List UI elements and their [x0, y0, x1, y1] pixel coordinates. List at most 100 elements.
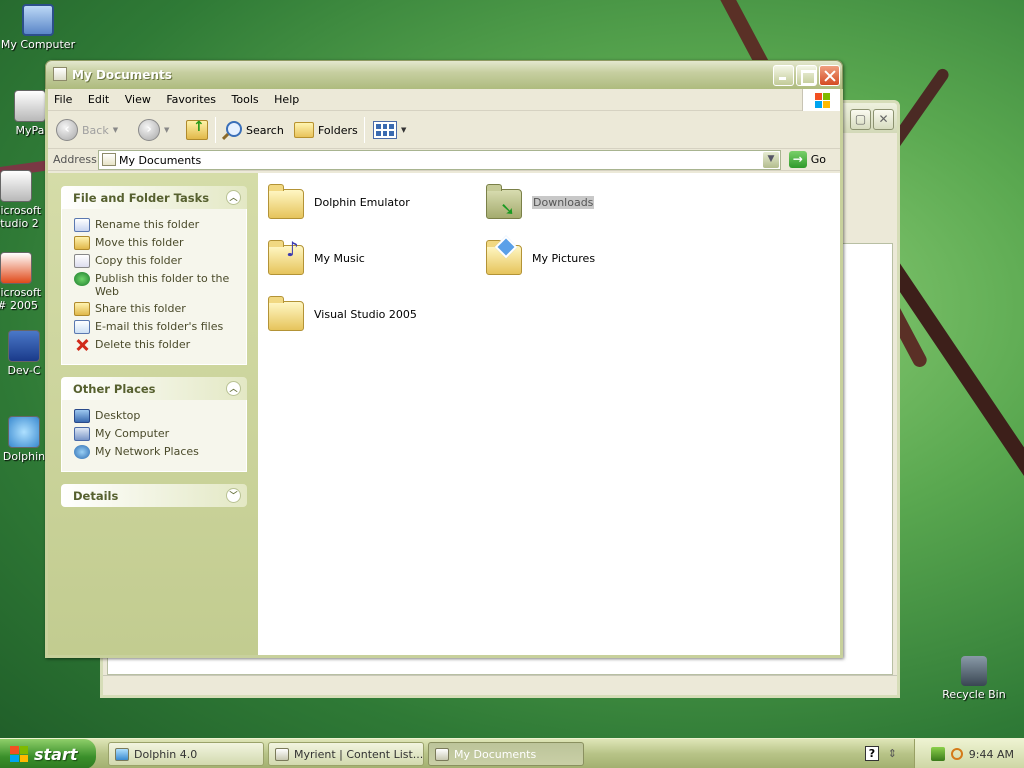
task-label: Rename this folder [95, 218, 200, 231]
place-label: My Network Places [95, 445, 199, 458]
toolbar-separator [364, 117, 365, 143]
folder-item[interactable]: My Pictures [484, 235, 595, 277]
shortcut-icon [8, 330, 40, 362]
menu-tools[interactable]: Tools [226, 89, 265, 106]
menu-view[interactable]: View [119, 89, 157, 106]
menu-help[interactable]: Help [268, 89, 305, 106]
menu-file[interactable]: File [48, 89, 78, 106]
desktop-icon-label: Microsoft Studio 2 [0, 204, 42, 230]
desktop-icon-jsharp[interactable]: Microsoft J# 2005 [0, 252, 48, 312]
maximize-button[interactable] [796, 65, 817, 86]
desktop-icon-visual-studio[interactable]: Microsoft Studio 2 [0, 170, 48, 230]
email-icon [74, 320, 90, 334]
window-content: File and Folder Tasks ︿ Rename this fold… [48, 173, 840, 655]
shortcut-icon [0, 170, 32, 202]
folder-icon [102, 153, 116, 166]
panel-body: Desktop My Computer My Network Places [61, 400, 247, 472]
explorer-window[interactable]: My Documents File Edit View Favorites To… [45, 60, 843, 658]
folder-item[interactable]: Dolphin Emulator [266, 183, 410, 221]
music-folder-icon: ♪ [266, 237, 306, 277]
folder-icon [266, 295, 306, 333]
taskbar-button-my-documents[interactable]: My Documents [428, 742, 584, 766]
panel-header[interactable]: Details ﹀ [61, 484, 247, 507]
maximize-button[interactable]: ▢ [850, 109, 871, 130]
place-desktop[interactable]: Desktop [74, 409, 246, 423]
folder-item[interactable]: ➘ Downloads [484, 183, 595, 221]
desktop-icon-label: Microsoft J# 2005 [0, 286, 42, 312]
menu-edit[interactable]: Edit [82, 89, 115, 106]
computer-icon [22, 4, 54, 36]
task-publish-web[interactable]: Publish this folder to the Web [74, 272, 246, 298]
task-share-folder[interactable]: Share this folder [74, 302, 246, 316]
expand-chevron-icon[interactable]: ﹀ [226, 488, 241, 503]
taskbar-button-browser[interactable]: Myrient | Content List... [268, 742, 424, 766]
desktop-icon-label: My Computer [0, 38, 76, 51]
task-label: E-mail this folder's files [95, 320, 224, 333]
chevron-down-icon: ▼ [112, 126, 119, 134]
task-label: Copy this folder [95, 254, 182, 267]
desktop-icon [74, 409, 90, 423]
start-label: start [34, 744, 78, 764]
search-button[interactable]: Search [222, 117, 284, 143]
windows-logo-icon [802, 89, 840, 111]
computer-icon [74, 427, 90, 441]
folder-icon [435, 747, 449, 761]
task-rename-folder[interactable]: Rename this folder [74, 218, 246, 232]
task-copy-folder[interactable]: Copy this folder [74, 254, 246, 268]
back-button[interactable]: ‹ Back ▼ [56, 117, 118, 143]
minimize-button[interactable] [773, 65, 794, 86]
go-button[interactable]: → Go [788, 151, 826, 168]
panel-header[interactable]: File and Folder Tasks ︿ [61, 186, 247, 209]
panel-header[interactable]: Other Places ︿ [61, 377, 247, 400]
panel-title: File and Folder Tasks [73, 191, 210, 205]
close-button[interactable]: ✕ [873, 109, 894, 130]
place-my-computer[interactable]: My Computer [74, 427, 246, 441]
window-titlebar[interactable]: My Documents [45, 60, 843, 89]
close-button[interactable] [819, 65, 840, 86]
taskbar-button-dolphin[interactable]: Dolphin 4.0 [108, 742, 264, 766]
collapse-chevron-icon[interactable]: ︿ [226, 190, 241, 205]
file-folder-tasks-panel: File and Folder Tasks ︿ Rename this fold… [61, 186, 247, 365]
views-button[interactable]: ▼ [373, 117, 406, 143]
taskbar-button-label: Dolphin 4.0 [134, 747, 198, 761]
search-icon [222, 120, 242, 140]
tray-toggle-icon[interactable]: ⇕ [888, 747, 897, 760]
folder-name: My Music [314, 251, 365, 265]
address-value: My Documents [119, 154, 202, 167]
chevron-down-icon: ▼ [401, 126, 407, 134]
system-tray: 9:44 AM [914, 739, 1024, 768]
folders-label: Folders [318, 123, 358, 137]
menu-favorites[interactable]: Favorites [160, 89, 222, 106]
help-icon[interactable]: ? [865, 746, 879, 761]
address-dropdown-button[interactable]: ▼ [763, 152, 779, 168]
task-delete-folder[interactable]: Delete this folder [74, 338, 246, 352]
folder-item[interactable]: ♪ My Music [266, 237, 365, 277]
collapse-chevron-icon[interactable]: ︿ [226, 381, 241, 396]
taskbar: start Dolphin 4.0 Myrient | Content List… [0, 738, 1024, 768]
task-move-folder[interactable]: Move this folder [74, 236, 246, 250]
search-tray-icon[interactable] [950, 748, 963, 760]
up-button[interactable] [186, 117, 208, 143]
folder-name: Downloads [532, 195, 595, 209]
place-label: My Computer [95, 427, 170, 440]
menu-bar: File Edit View Favorites Tools Help [48, 89, 840, 111]
start-button[interactable]: start [0, 739, 96, 768]
taskbar-button-label: My Documents [454, 747, 537, 761]
desktop-icon-my-computer[interactable]: My Computer [0, 4, 76, 51]
dolphin-icon [115, 747, 129, 761]
task-email-files[interactable]: E-mail this folder's files [74, 320, 246, 334]
address-bar: Address My Documents ▼ → Go [48, 149, 840, 171]
folders-button[interactable]: Folders [294, 117, 358, 143]
network-tray-icon[interactable] [930, 747, 945, 761]
folder-item[interactable]: Visual Studio 2005 [266, 295, 417, 333]
panel-title: Other Places [73, 382, 156, 396]
views-icon [373, 121, 397, 139]
address-label: Address [53, 153, 97, 166]
address-input[interactable]: My Documents ▼ [98, 150, 781, 170]
clock[interactable]: 9:44 AM [969, 748, 1014, 761]
up-folder-icon [186, 119, 208, 140]
forward-button[interactable]: › ▼ [138, 117, 169, 143]
place-network[interactable]: My Network Places [74, 445, 246, 459]
desktop-icon-recycle-bin[interactable]: Recycle Bin [936, 656, 1012, 701]
desktop-icon-label: Recycle Bin [942, 688, 1006, 701]
